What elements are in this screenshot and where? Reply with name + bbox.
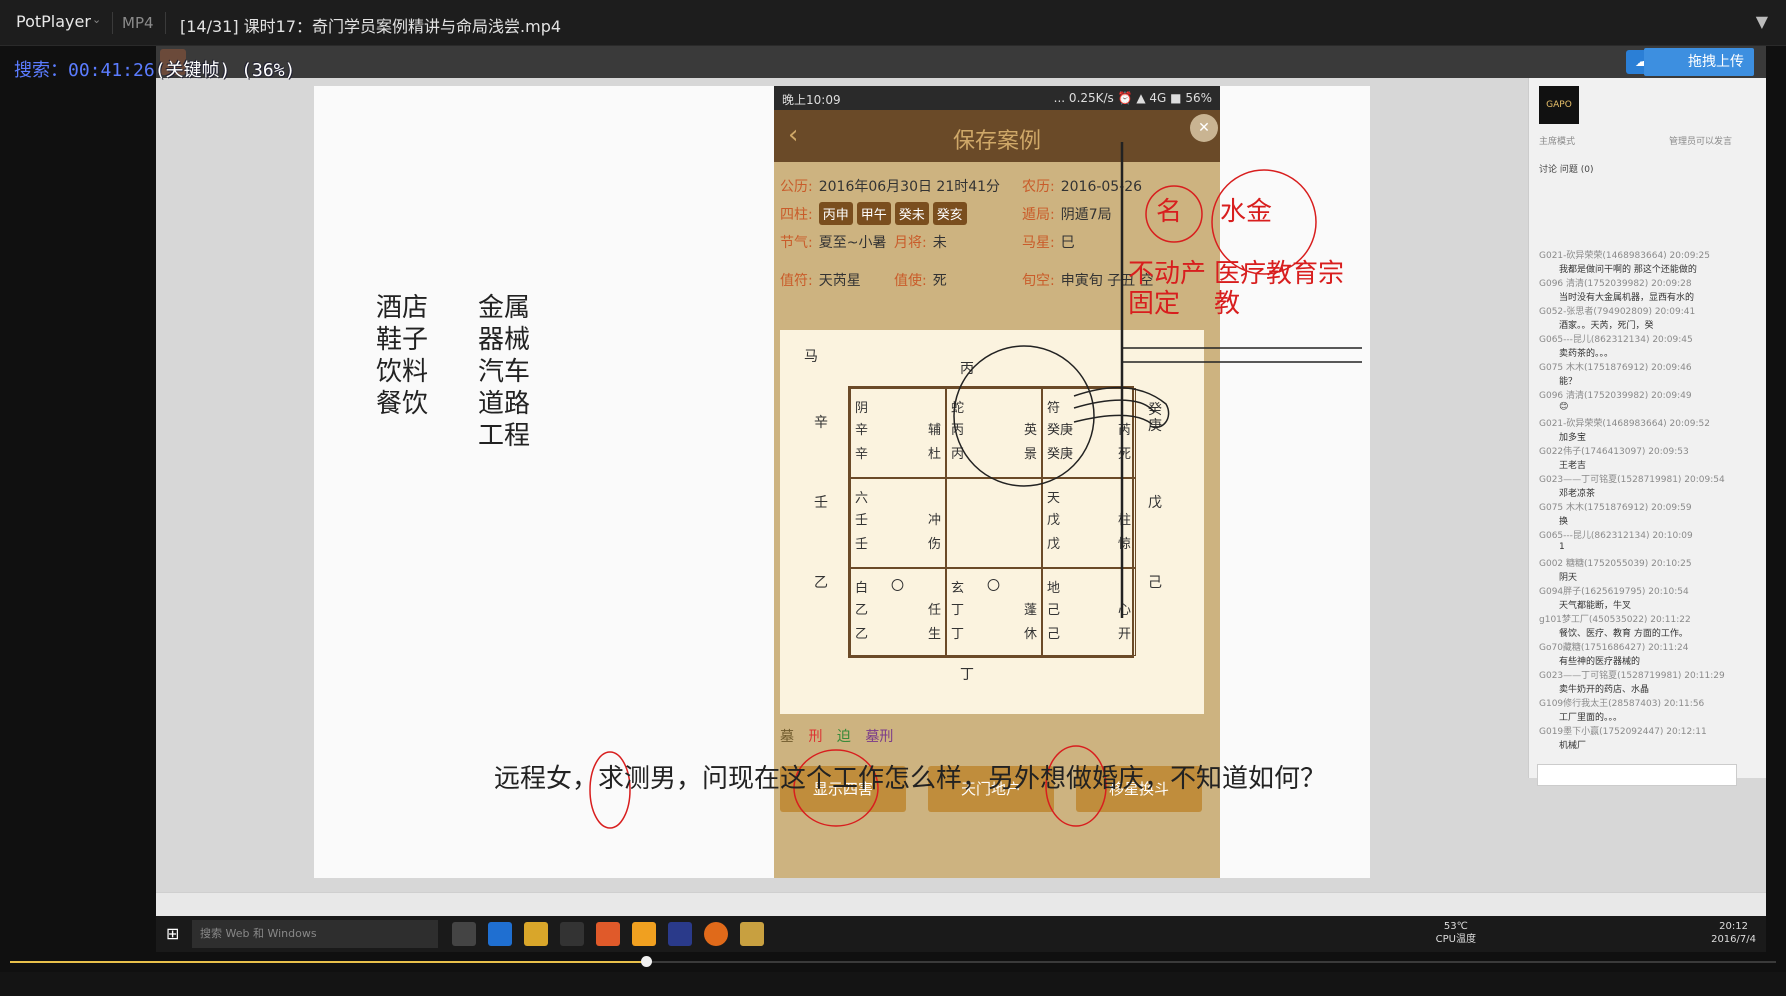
chat-panel: GAPO 主席模式 管理员可以发言 讨论 问题 (0) G021-砍异荣荣(14… — [1528, 78, 1766, 786]
video-subtitle: 远程女，求测男，问现在这个工作怎么样，另外想做婚庆，不知道如何？ — [494, 764, 1327, 794]
chat-message: 阴天 — [1559, 573, 1578, 583]
app-icon — [740, 922, 764, 946]
edge-icon — [488, 922, 512, 946]
cpu-temp: 53℃ CPU温度 — [1436, 920, 1476, 946]
seek-bar-fill — [10, 961, 646, 963]
video-top-bar: ☁ 拖拽上传 — [156, 46, 1766, 78]
video-bottom-bar — [156, 892, 1766, 916]
chat-meta: G096 清清(1752039982) 20:09:49 — [1539, 391, 1692, 401]
chat-meta: G065---昆儿(862312134) 20:09:45 — [1539, 335, 1693, 345]
admin-note: 管理员可以发言 — [1669, 137, 1733, 147]
upload-button[interactable]: 拖拽上传 — [1644, 48, 1754, 76]
window-title: [14/31] 课时17：奇门学员案例精讲与命局浅尝.mp4 — [180, 17, 562, 36]
chat-message: 邓老凉茶 — [1559, 489, 1596, 499]
app-menu-button[interactable]: PotPlayer — [16, 12, 91, 31]
chat-meta: G065---昆儿(862312134) 20:10:09 — [1539, 531, 1693, 541]
app-icon — [632, 922, 656, 946]
divider — [165, 12, 166, 34]
chat-tabs[interactable]: 讨论 问题 (0) — [1539, 162, 1593, 175]
chat-meta: G109修行我太王(28587403) 20:11:56 — [1539, 699, 1705, 709]
chat-meta: G023——丁可铭夏(1528719981) 20:09:54 — [1539, 475, 1725, 485]
folder-icon — [524, 922, 548, 946]
slide: 酒店 鞋子 饮料 餐饮 金属 器械 汽车 道路 工程 晚上10:09 ... 0… — [314, 86, 1370, 878]
chat-meta: G094胖子(1625619795) 20:10:54 — [1539, 587, 1689, 597]
seek-handle[interactable] — [641, 956, 652, 967]
recorded-taskbar: ⊞ 搜索 Web 和 Windows 53℃ CPU温度 20:12 2016/7/… — [156, 916, 1766, 952]
room-logo: GAPO — [1539, 86, 1579, 124]
task-view-icon — [452, 922, 476, 946]
pin-icon[interactable]: ▼ — [1756, 12, 1768, 31]
player-controls — [0, 972, 1786, 996]
seek-time: 搜索：00:41:26 — [14, 60, 155, 81]
cpu-temp-label: CPU温度 — [1435, 934, 1476, 945]
annotation-name: 名 — [1156, 197, 1183, 227]
chat-message: 😊 — [1559, 402, 1569, 412]
room-mode: 主席模式 — [1539, 137, 1576, 147]
chat-message: 机械厂 — [1559, 741, 1587, 751]
chat-meta: G023——丁可铭夏(1528719981) 20:11:29 — [1539, 671, 1725, 681]
annotation-yiliao: 医疗教育宗 — [1214, 259, 1345, 289]
cpu-temp-value: 53℃ — [1443, 921, 1468, 932]
chat-message: 卖牛奶开的药店、水晶 — [1559, 685, 1650, 695]
chat-meta: G002 糖糖(1752055039) 20:10:25 — [1539, 559, 1692, 569]
clock-date: 2016/7/4 — [1711, 934, 1756, 945]
chat-message: 天气都能断，牛叉 — [1559, 601, 1632, 611]
taskbar-clock: 20:12 2016/7/4 — [1711, 920, 1756, 946]
chat-meta: Go70藏糖(1751686427) 20:11:24 — [1539, 643, 1689, 653]
chat-message: 加多宝 — [1559, 433, 1587, 443]
chat-message: 工厂里面的。。。 — [1559, 713, 1623, 723]
chat-meta: G021-砍异荣荣(1468983664) 20:09:25 — [1539, 251, 1710, 261]
app-icon — [668, 922, 692, 946]
chat-meta: G096 清清(1752039982) 20:09:28 — [1539, 279, 1692, 289]
divider — [112, 12, 113, 34]
format-label: MP4 — [122, 14, 154, 32]
chat-input[interactable] — [1537, 764, 1737, 786]
chevron-down-icon[interactable]: ⌄ — [92, 13, 101, 26]
seek-overlay: 搜索：00:41:26(关键帧) (36%) — [14, 56, 295, 82]
chat-meta: g101梦工厂(450535022) 20:11:22 — [1539, 615, 1691, 625]
annotation-budongchan: 不动产 — [1128, 259, 1207, 289]
ink-circle — [953, 345, 1095, 487]
seek-status: (关键帧) (36%) — [154, 60, 296, 81]
chat-message: 有些神的医疗器械的 — [1559, 657, 1641, 667]
chat-meta: G075 木木(1751876912) 20:09:46 — [1539, 363, 1692, 373]
chat-meta: G052-张思者(794902809) 20:09:41 — [1539, 307, 1696, 317]
app-icon — [704, 922, 728, 946]
chat-message: 换 — [1559, 517, 1569, 527]
potplayer-window: PotPlayer ⌄ MP4 [14/31] 课时17：奇门学员案例精讲与命局… — [0, 0, 1786, 996]
taskbar-search: 搜索 Web 和 Windows — [192, 920, 438, 948]
video-frame[interactable]: ☁ 拖拽上传 酒店 鞋子 饮料 餐饮 金属 器械 汽车 道路 工程 晚上10:0… — [156, 46, 1766, 916]
chat-message: 餐饮、医疗、教育 方面的工作。 — [1559, 629, 1688, 639]
chat-meta: G075 木木(1751876912) 20:09:59 — [1539, 503, 1692, 513]
chat-meta: G021-砍异荣荣(1468983664) 20:09:52 — [1539, 419, 1710, 429]
chat-message: 我都是做问干啊的 那这个还能做的 — [1559, 265, 1697, 275]
chat-message: 当时没有大金属机器，显西有水的 — [1559, 293, 1695, 303]
chat-message: 卖药茶的。。。 — [1559, 349, 1614, 359]
chat-meta: G019墨下小赢(1752092447) 20:12:11 — [1539, 727, 1707, 737]
chat-message: 酒家。。天芮，死门，癸 — [1559, 321, 1654, 331]
windows-start-icon: ⊞ — [166, 924, 180, 943]
store-icon — [560, 922, 584, 946]
chat-message: 王老吉 — [1559, 461, 1587, 471]
annotation-shuijin: 水金 — [1220, 197, 1273, 227]
title-bar: PotPlayer ⌄ MP4 [14/31] 课时17：奇门学员案例精讲与命局… — [0, 0, 1786, 46]
chat-message: 能？ — [1559, 377, 1578, 387]
annotation-guding: 固定 — [1128, 289, 1181, 319]
chat-meta: G022伟子(1746413097) 20:09:53 — [1539, 447, 1689, 457]
clock-time: 20:12 — [1719, 921, 1748, 932]
chat-message: 1 — [1559, 542, 1565, 552]
app-icon — [596, 922, 620, 946]
annotation-jiao: 教 — [1214, 289, 1241, 319]
